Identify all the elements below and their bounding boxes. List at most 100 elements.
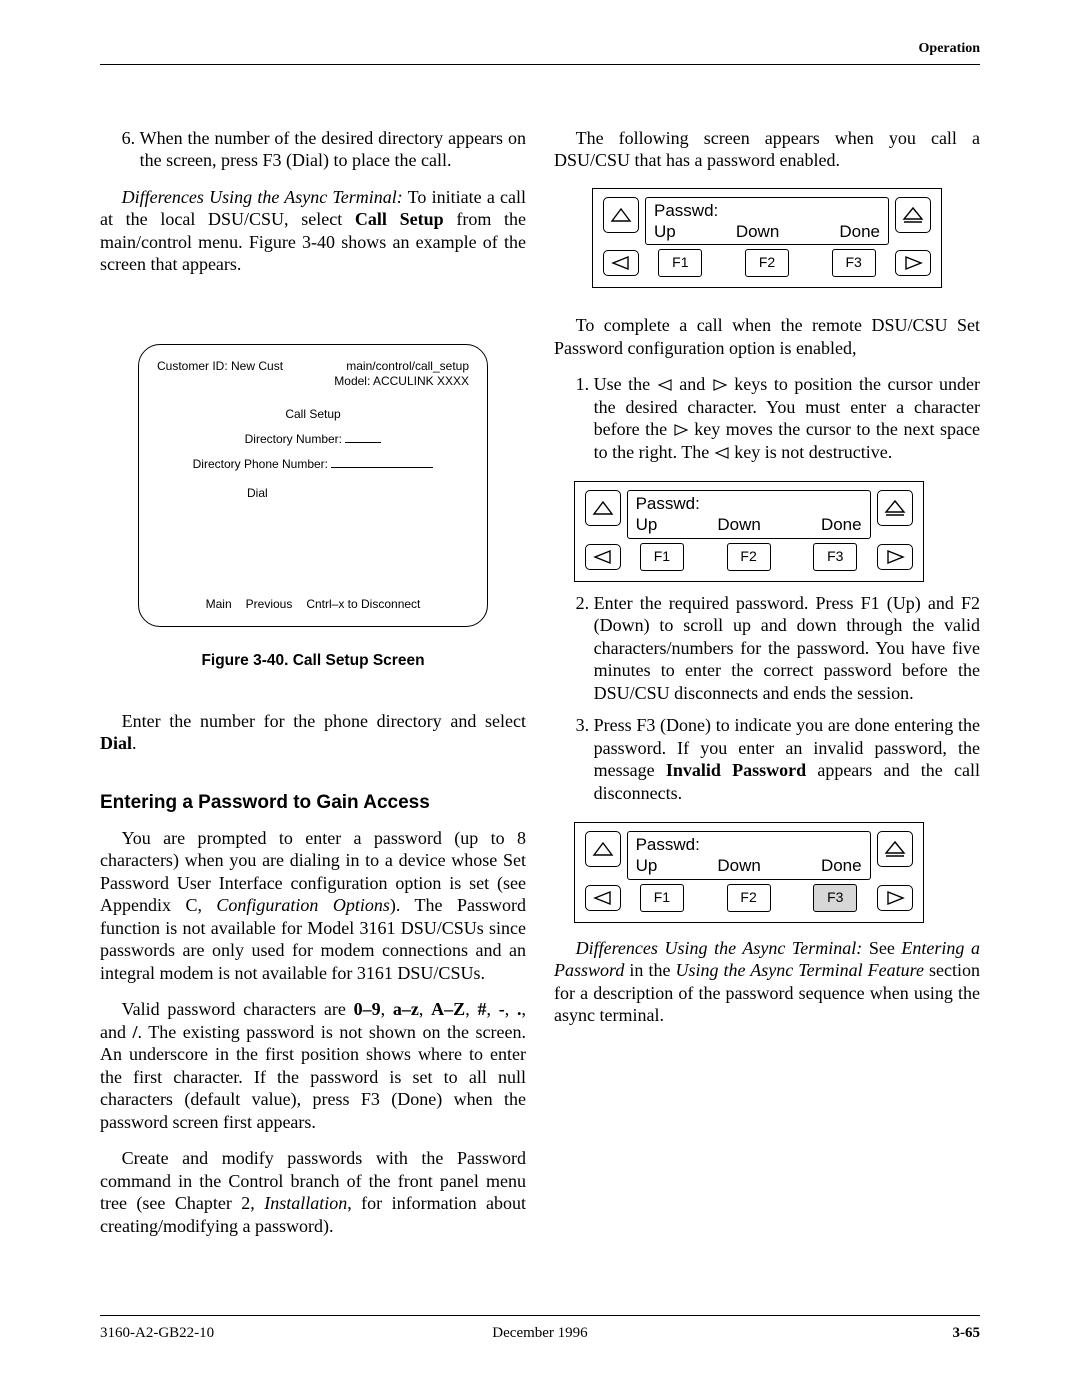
left-column: When the number of the desired directory… bbox=[100, 127, 526, 1252]
pw-p2-c5: , bbox=[505, 999, 517, 1019]
right-key-icon[interactable] bbox=[895, 250, 931, 276]
softkey-down-label: Down bbox=[717, 855, 760, 876]
pw-para-3: Create and modify passwords with the Pas… bbox=[100, 1147, 526, 1237]
up-key-icon[interactable] bbox=[585, 490, 621, 526]
fig-model: Model: ACCULINK XXXX bbox=[334, 374, 469, 389]
figure-caption: Figure 3-40. Call Setup Screen bbox=[100, 651, 526, 670]
async-diff-para: Differences Using the Async Terminal: To… bbox=[100, 186, 526, 276]
async-diff-prefix: Differences Using the Async Terminal: bbox=[122, 187, 403, 207]
left-key-icon[interactable] bbox=[585, 544, 621, 570]
up-key-icon[interactable] bbox=[585, 831, 621, 867]
f3-key[interactable]: F3 bbox=[832, 249, 876, 277]
fig-menu-main[interactable]: Main bbox=[206, 597, 232, 612]
eject-key-icon[interactable] bbox=[895, 197, 931, 233]
list-item-step-1: Use the and keys to position the cursor … bbox=[594, 373, 980, 582]
pw-p3-i: Installation bbox=[264, 1193, 347, 1213]
complete-call-para: To complete a call when the remote DSU/C… bbox=[554, 314, 980, 359]
f2-key[interactable]: F2 bbox=[727, 543, 771, 571]
softkey-down-label: Down bbox=[717, 514, 760, 535]
fig-menu-previous[interactable]: Previous bbox=[246, 597, 293, 612]
f1-key[interactable]: F1 bbox=[658, 249, 702, 277]
enter-number-text: Enter the number for the phone directory… bbox=[122, 711, 526, 731]
softkey-done-label: Done bbox=[821, 514, 862, 535]
fig-bottom-menu: Main Previous Cntrl–x to Disconnect bbox=[157, 591, 469, 612]
footer-date: December 1996 bbox=[492, 1324, 587, 1343]
right-steps-list: Use the and keys to position the cursor … bbox=[554, 373, 980, 923]
lcd-display: Passwd: Up Down Done bbox=[627, 490, 871, 539]
left-arrow-icon bbox=[657, 378, 673, 392]
fig-dial-link[interactable]: Dial bbox=[247, 486, 469, 501]
pw-p2-a: Valid password characters are bbox=[122, 999, 354, 1019]
page-root: Operation When the number of the desired… bbox=[0, 0, 1080, 1373]
softkey-down-label: Down bbox=[736, 221, 779, 242]
running-header: Operation bbox=[100, 40, 980, 58]
left-arrow-icon bbox=[714, 446, 730, 460]
right-arrow-icon bbox=[712, 378, 728, 392]
tail-b: in the bbox=[624, 960, 675, 980]
lcd-title: Passwd: bbox=[654, 200, 880, 221]
fig-dir-phone-row: Directory Phone Number: bbox=[157, 457, 469, 472]
tail-i1: Differences Using the Async Terminal: bbox=[576, 938, 863, 958]
tail-a: See bbox=[862, 938, 901, 958]
pw-p2-c4: , bbox=[486, 999, 498, 1019]
section-heading-password: Entering a Password to Gain Access bbox=[100, 791, 526, 815]
f1-key[interactable]: F1 bbox=[640, 884, 684, 912]
two-column-layout: When the number of the desired directory… bbox=[100, 127, 980, 1252]
right-key-icon[interactable] bbox=[877, 885, 913, 911]
left-ordered-list: When the number of the desired directory… bbox=[100, 127, 526, 172]
list-item-step-2: Enter the required password. Press F1 (U… bbox=[594, 592, 980, 705]
lcd-panel-1: Passwd: Up Down Done F1 F2 F3 bbox=[592, 188, 942, 289]
call-setup-bold: Call Setup bbox=[355, 209, 444, 229]
left-key-icon[interactable] bbox=[585, 885, 621, 911]
pw-p2-b2: a–z bbox=[393, 999, 419, 1019]
pw-p1-i: Configuration Options bbox=[216, 895, 389, 915]
footer-doc-number: 3160-A2-GB22-10 bbox=[100, 1324, 214, 1343]
fig-cust-id: Customer ID: New Cust bbox=[157, 359, 283, 389]
softkey-done-label: Done bbox=[839, 221, 880, 242]
tail-i3: Using the Async Terminal Feature bbox=[675, 960, 923, 980]
fig-dir-num-field[interactable] bbox=[345, 442, 381, 443]
softkey-up-label: Up bbox=[636, 855, 658, 876]
f2-key[interactable]: F2 bbox=[745, 249, 789, 277]
softkey-up-label: Up bbox=[654, 221, 676, 242]
up-key-icon[interactable] bbox=[603, 197, 639, 233]
header-rule bbox=[100, 64, 980, 65]
fig-dir-num-label: Directory Number: bbox=[245, 432, 342, 446]
lcd-display: Passwd: Up Down Done bbox=[627, 831, 871, 880]
f3-key-highlighted[interactable]: F3 bbox=[813, 884, 857, 912]
pw-p2-tail: . The existing password is not shown on … bbox=[100, 1022, 526, 1132]
pw-para-2: Valid password characters are 0–9, a–z, … bbox=[100, 998, 526, 1133]
lcd-title: Passwd: bbox=[636, 834, 862, 855]
lcd-panel-2: Passwd: Up Down Done bbox=[574, 481, 924, 582]
lcd-panel-3: Passwd: Up Down Done bbox=[574, 822, 924, 923]
f3-key[interactable]: F3 bbox=[813, 543, 857, 571]
lcd-title: Passwd: bbox=[636, 493, 862, 514]
left-key-icon[interactable] bbox=[603, 250, 639, 276]
fig-title: Call Setup bbox=[157, 407, 469, 422]
fig-dir-phone-label: Directory Phone Number: bbox=[193, 457, 328, 471]
softkey-up-label: Up bbox=[636, 514, 658, 535]
footer-page-number: 3-65 bbox=[953, 1324, 981, 1343]
right-key-icon[interactable] bbox=[877, 544, 913, 570]
fig-menu-exit: Cntrl–x to Disconnect bbox=[306, 597, 420, 612]
dial-bold: Dial bbox=[100, 733, 132, 753]
eject-key-icon[interactable] bbox=[877, 490, 913, 526]
list-item-step-6: When the number of the desired directory… bbox=[140, 127, 526, 172]
f1-key[interactable]: F1 bbox=[640, 543, 684, 571]
eject-key-icon[interactable] bbox=[877, 831, 913, 867]
pw-p2-c1: , bbox=[381, 999, 393, 1019]
enter-number-para: Enter the number for the phone directory… bbox=[100, 710, 526, 755]
softkey-done-label: Done bbox=[821, 855, 862, 876]
right-tail-para: Differences Using the Async Terminal: Se… bbox=[554, 937, 980, 1027]
list-item-step-3: Press F3 (Done) to indicate you are done… bbox=[594, 714, 980, 923]
fig-dir-num-row: Directory Number: bbox=[157, 432, 469, 447]
call-setup-screen-figure: Customer ID: New Cust main/control/call_… bbox=[138, 344, 488, 627]
fig-dir-phone-field[interactable] bbox=[331, 467, 433, 468]
right-column: The following screen appears when you ca… bbox=[554, 127, 980, 1252]
right-arrow-icon bbox=[673, 423, 689, 437]
fig-breadcrumb: main/control/call_setup bbox=[334, 359, 469, 374]
f2-key[interactable]: F2 bbox=[727, 884, 771, 912]
pw-p2-c2: , bbox=[419, 999, 431, 1019]
invalid-password-bold: Invalid Password bbox=[666, 760, 806, 780]
lcd-display: Passwd: Up Down Done bbox=[645, 197, 889, 246]
